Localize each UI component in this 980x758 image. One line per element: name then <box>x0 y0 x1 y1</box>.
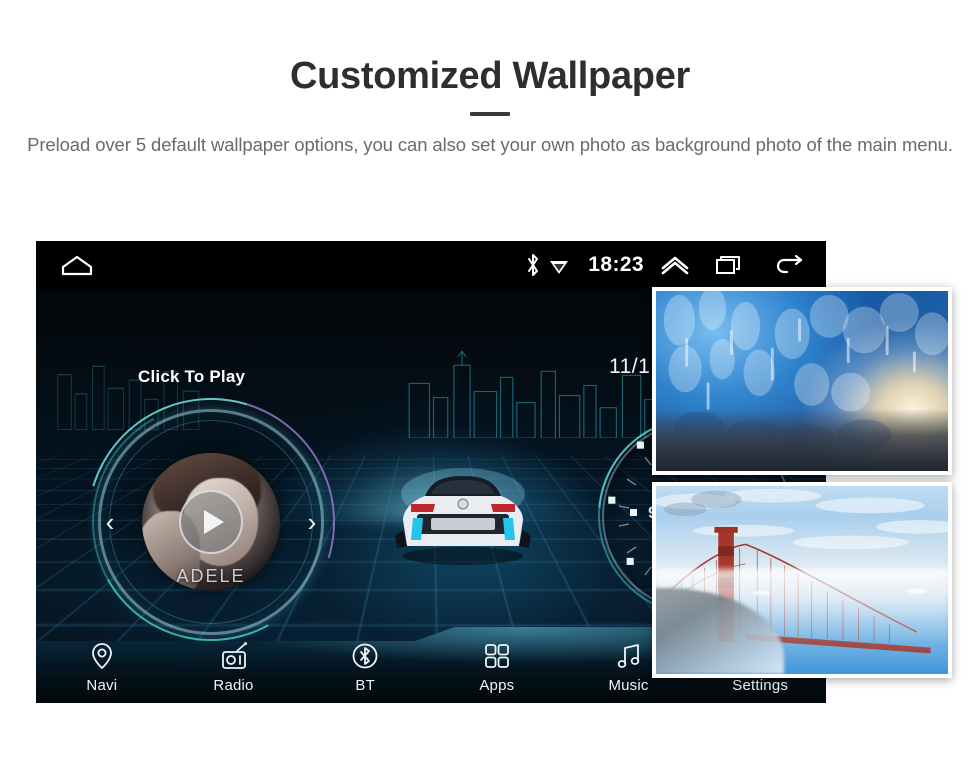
ice-cave-wallpaper[interactable] <box>652 287 952 475</box>
nav-item-label: Apps <box>479 677 515 694</box>
status-bar-clock: 18:23 <box>588 253 644 276</box>
golden-gate-image <box>656 486 948 674</box>
page-subtitle: Preload over 5 default wallpaper options… <box>27 134 953 155</box>
ice-cave-image <box>656 291 948 471</box>
music-player-widget[interactable]: ADELE ‹ › <box>43 354 379 690</box>
nav-item-label: Music <box>608 677 649 694</box>
radio-icon <box>219 641 249 671</box>
nav-item-label: BT <box>355 677 375 694</box>
apps-grid-icon <box>482 641 512 671</box>
click-to-play-label: Click To Play <box>138 367 246 386</box>
wallpaper-feature-page: Customized Wallpaper Preload over 5 defa… <box>0 0 980 758</box>
play-icon[interactable] <box>179 490 243 554</box>
page-header: Customized Wallpaper Preload over 5 defa… <box>0 0 980 159</box>
nav-item-apps[interactable]: Apps <box>431 627 563 703</box>
title-divider <box>470 112 510 116</box>
album-title-text: ADELE <box>176 566 246 586</box>
gauge-value-marker <box>630 509 637 516</box>
home-icon[interactable] <box>60 254 94 276</box>
chevron-up-icon[interactable] <box>658 252 692 278</box>
home-screen-date: 11/1 <box>609 355 651 378</box>
music-note-icon <box>614 641 644 671</box>
nav-item-label: Settings <box>732 677 789 694</box>
nav-item-label: Navi <box>86 677 118 694</box>
page-title: Customized Wallpaper <box>289 55 691 97</box>
recents-icon[interactable] <box>714 252 744 278</box>
status-bar-right-cluster: 18:23 <box>522 252 812 278</box>
golden-gate-bridge-wallpaper[interactable] <box>652 482 952 678</box>
chevron-right-icon[interactable]: › <box>303 507 321 537</box>
wifi-signal-icon <box>548 253 570 277</box>
bluetooth-icon <box>350 641 380 671</box>
android-status-bar: 18:23 <box>36 241 826 289</box>
car-illustration <box>395 468 531 565</box>
back-arrow-icon[interactable] <box>772 252 806 278</box>
chevron-left-icon[interactable]: ‹ <box>101 507 119 537</box>
bluetooth-icon <box>522 252 544 278</box>
play-triangle <box>203 510 224 534</box>
nav-item-label: Radio <box>213 677 254 694</box>
location-pin-icon <box>87 641 117 671</box>
ice-cave-floor <box>656 409 948 471</box>
